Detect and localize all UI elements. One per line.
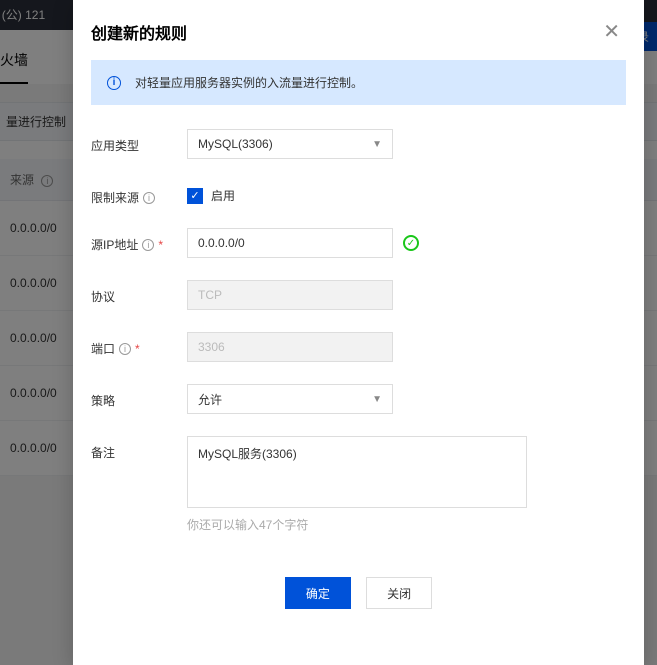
policy-label: 策略 bbox=[91, 384, 187, 409]
limit-source-label-text: 限制来源 bbox=[91, 189, 139, 206]
form-row-limit-source: 限制来源 i ✓ 启用 bbox=[91, 181, 626, 206]
app-type-label: 应用类型 bbox=[91, 129, 187, 154]
protocol-label-text: 协议 bbox=[91, 288, 115, 305]
limit-source-label: 限制来源 i bbox=[91, 181, 187, 206]
char-count-hint: 你还可以输入47个字符 bbox=[187, 516, 626, 533]
form-row-policy: 策略 允许 ▼ bbox=[91, 384, 626, 414]
enable-label: 启用 bbox=[211, 187, 235, 204]
close-button[interactable]: 关闭 bbox=[366, 577, 432, 609]
modal-body: i 对轻量应用服务器实例的入流量进行控制。 应用类型 MySQL(3306) ▼… bbox=[73, 60, 644, 561]
remark-textarea[interactable]: MySQL服务(3306) bbox=[187, 436, 527, 508]
info-icon: i bbox=[107, 76, 121, 90]
source-ip-label-text: 源IP地址 bbox=[91, 236, 138, 253]
form-row-protocol: 协议 TCP bbox=[91, 280, 626, 310]
help-icon[interactable]: i bbox=[142, 239, 154, 251]
chevron-down-icon: ▼ bbox=[372, 139, 382, 150]
create-rule-modal: 创建新的规则 ✕ i 对轻量应用服务器实例的入流量进行控制。 应用类型 MySQ… bbox=[73, 0, 644, 665]
modal-title: 创建新的规则 bbox=[91, 20, 187, 44]
protocol-value: TCP bbox=[198, 288, 222, 302]
modal-footer: 确定 关闭 bbox=[73, 561, 644, 629]
port-value: 3306 bbox=[198, 340, 225, 354]
protocol-input: TCP bbox=[187, 280, 393, 310]
app-type-value: MySQL(3306) bbox=[198, 137, 273, 151]
policy-select[interactable]: 允许 ▼ bbox=[187, 384, 393, 414]
help-icon[interactable]: i bbox=[143, 192, 155, 204]
protocol-label: 协议 bbox=[91, 280, 187, 305]
enable-checkbox[interactable]: ✓ bbox=[187, 188, 203, 204]
port-label-text: 端口 bbox=[91, 340, 115, 357]
remark-value: MySQL服务(3306) bbox=[198, 445, 297, 462]
source-ip-label: 源IP地址 i * bbox=[91, 228, 187, 253]
close-icon[interactable]: ✕ bbox=[603, 22, 620, 42]
form-row-source-ip: 源IP地址 i * 0.0.0.0/0 ✓ bbox=[91, 228, 626, 258]
form-row-remark: 备注 MySQL服务(3306) 你还可以输入47个字符 bbox=[91, 436, 626, 533]
chevron-down-icon: ▼ bbox=[372, 394, 382, 405]
info-banner-text: 对轻量应用服务器实例的入流量进行控制。 bbox=[135, 74, 363, 91]
modal-header: 创建新的规则 ✕ bbox=[73, 0, 644, 60]
confirm-button[interactable]: 确定 bbox=[285, 577, 351, 609]
form-row-port: 端口 i * 3306 bbox=[91, 332, 626, 362]
port-input: 3306 bbox=[187, 332, 393, 362]
app-type-select[interactable]: MySQL(3306) ▼ bbox=[187, 129, 393, 159]
required-marker: * bbox=[158, 238, 163, 252]
app-type-label-text: 应用类型 bbox=[91, 137, 139, 154]
remark-label: 备注 bbox=[91, 436, 187, 461]
info-banner: i 对轻量应用服务器实例的入流量进行控制。 bbox=[91, 60, 626, 105]
source-ip-input[interactable]: 0.0.0.0/0 bbox=[187, 228, 393, 258]
help-icon[interactable]: i bbox=[119, 343, 131, 355]
port-label: 端口 i * bbox=[91, 332, 187, 357]
form-row-app-type: 应用类型 MySQL(3306) ▼ bbox=[91, 129, 626, 159]
remark-label-text: 备注 bbox=[91, 444, 115, 461]
source-ip-value: 0.0.0.0/0 bbox=[198, 236, 245, 250]
policy-value: 允许 bbox=[198, 391, 222, 408]
valid-check-icon: ✓ bbox=[403, 235, 419, 251]
required-marker: * bbox=[135, 342, 140, 356]
policy-label-text: 策略 bbox=[91, 392, 115, 409]
